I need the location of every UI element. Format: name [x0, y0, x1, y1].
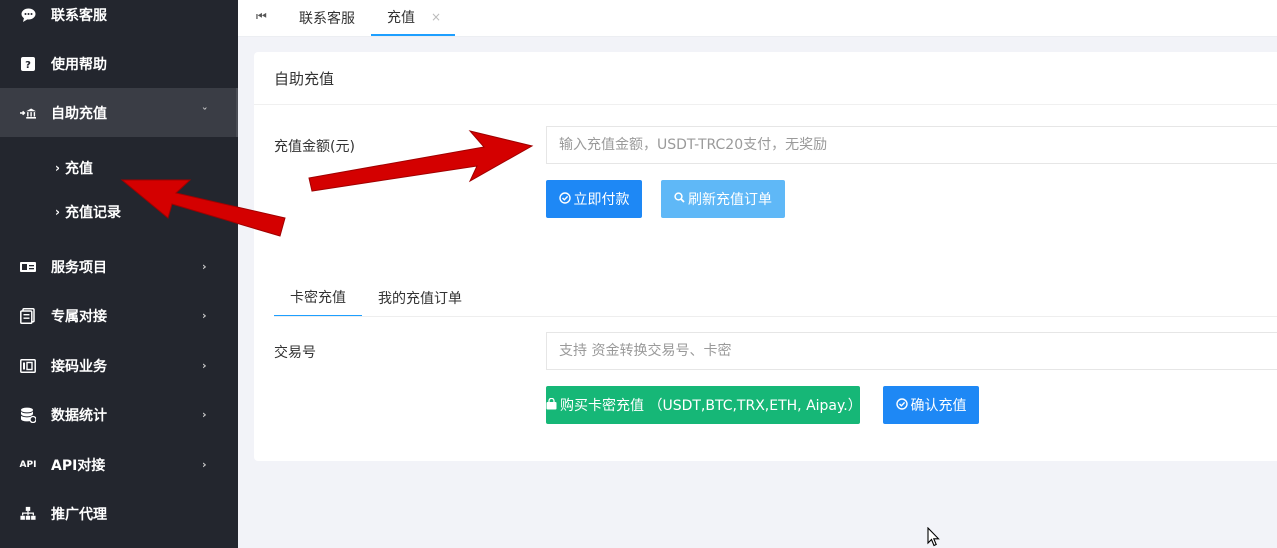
chevron-right-icon: ›	[202, 260, 207, 273]
transaction-input[interactable]	[546, 332, 1277, 370]
sidebar-item-label: 推广代理	[51, 506, 107, 523]
check-circle-icon	[895, 397, 908, 413]
sidebar-item-label: 服务项目	[51, 259, 107, 276]
sidebar-item-label: 数据统计	[51, 407, 107, 424]
sidebar-item-label: 联系客服	[51, 7, 107, 24]
tab-label: 充值	[387, 10, 415, 26]
sidebar-item-dedicated[interactable]: 专属对接 ›	[0, 291, 238, 340]
tab-recharge[interactable]: 充值 ×	[371, 0, 455, 36]
api-icon: API	[19, 459, 37, 470]
search-icon	[674, 192, 685, 206]
chevron-right-icon: ›	[202, 309, 207, 322]
sidebar-subitem-recharge[interactable]: › 充值	[0, 146, 238, 190]
card-title: 自助充值	[254, 52, 1277, 105]
check-circle-icon	[558, 191, 571, 207]
help-icon: ?	[20, 56, 36, 72]
button-label: 立即付款	[573, 192, 630, 208]
sidebar-item-label: 专属对接	[51, 308, 107, 325]
chevron-right-icon: ›	[202, 408, 207, 421]
chat-icon	[20, 7, 36, 23]
bank-transfer-icon	[20, 105, 36, 121]
shopping-bag-icon	[546, 397, 557, 413]
amount-input[interactable]	[546, 126, 1277, 164]
sidebar-item-label: 接码业务	[51, 358, 107, 375]
refresh-orders-button[interactable]: 刷新充值订单	[661, 180, 785, 218]
code-icon	[20, 358, 36, 374]
close-icon[interactable]: ×	[431, 10, 441, 24]
svg-text:?: ?	[25, 60, 31, 71]
chevron-right-icon: ›	[55, 205, 60, 219]
chevron-right-icon: ›	[202, 359, 207, 372]
buy-card-key-button[interactable]: 购买卡密充值 （USDT,BTC,TRX,ETH, Aipay.）	[546, 386, 862, 424]
sidebar-item-label: 使用帮助	[51, 56, 107, 73]
sidebar-item-referral[interactable]: 推广代理	[0, 489, 238, 538]
chevron-right-icon: ›	[202, 458, 207, 471]
card-icon	[20, 259, 36, 275]
sidebar-subitem-recharge-history[interactable]: › 充值记录	[0, 190, 238, 234]
tab-label: 联系客服	[299, 11, 355, 27]
button-label: 购买卡密充值 （USDT,BTC,TRX,ETH, Aipay.）	[560, 398, 862, 414]
button-label: 刷新充值订单	[688, 192, 772, 208]
recharge-subtabs: 卡密充值 我的充值订单	[274, 279, 1277, 317]
transaction-label: 交易号	[274, 345, 316, 361]
sidebar-item-help[interactable]: ? 使用帮助	[0, 39, 238, 88]
document-icon	[20, 307, 36, 324]
sidebar-item-label: 自助充值	[51, 105, 107, 122]
sidebar-item-code-service[interactable]: 接码业务 ›	[0, 341, 238, 390]
chevron-right-icon: ›	[55, 161, 60, 175]
pay-now-button[interactable]: 立即付款	[546, 180, 642, 218]
sidebar-subitem-label: 充值	[65, 161, 93, 177]
sidebar-item-statistics[interactable]: 数据统计 ›	[0, 390, 238, 439]
chevron-down-icon: ˇ	[202, 106, 208, 119]
sidebar: 联系客服 ? 使用帮助 自助充值 ˇ › 充值 › 充值记录 服务项目 › 专属…	[0, 0, 238, 548]
tab-contact[interactable]: 联系客服	[299, 0, 355, 36]
button-label: 确认充值	[910, 398, 967, 414]
mouse-cursor-icon	[927, 527, 940, 547]
sidebar-item-api[interactable]: API API对接 ›	[0, 440, 238, 489]
sidebar-subitem-label: 充值记录	[65, 205, 121, 221]
subtab-card-recharge[interactable]: 卡密充值	[274, 279, 362, 316]
tab-scroll-left-icon[interactable]: ⏮	[256, 9, 267, 24]
amount-label: 充值金额(元)	[274, 139, 355, 155]
sidebar-item-label: API对接	[51, 457, 106, 474]
sidebar-item-contact[interactable]: 联系客服	[0, 0, 238, 39]
confirm-recharge-button[interactable]: 确认充值	[883, 386, 979, 424]
tab-strip: ⏮ 联系客服 充值 ×	[238, 0, 1277, 37]
recharge-card: 自助充值 充值金额(元) 立即付款 刷新充值订单 卡密充值 我的充值订单 交易号…	[254, 52, 1277, 461]
sitemap-icon	[20, 506, 36, 522]
sidebar-item-services[interactable]: 服务项目 ›	[0, 242, 238, 291]
sidebar-item-self-recharge[interactable]: 自助充值 ˇ	[0, 88, 236, 137]
active-indicator	[236, 88, 238, 137]
subtab-my-orders[interactable]: 我的充值订单	[378, 279, 462, 316]
database-icon	[20, 407, 36, 423]
